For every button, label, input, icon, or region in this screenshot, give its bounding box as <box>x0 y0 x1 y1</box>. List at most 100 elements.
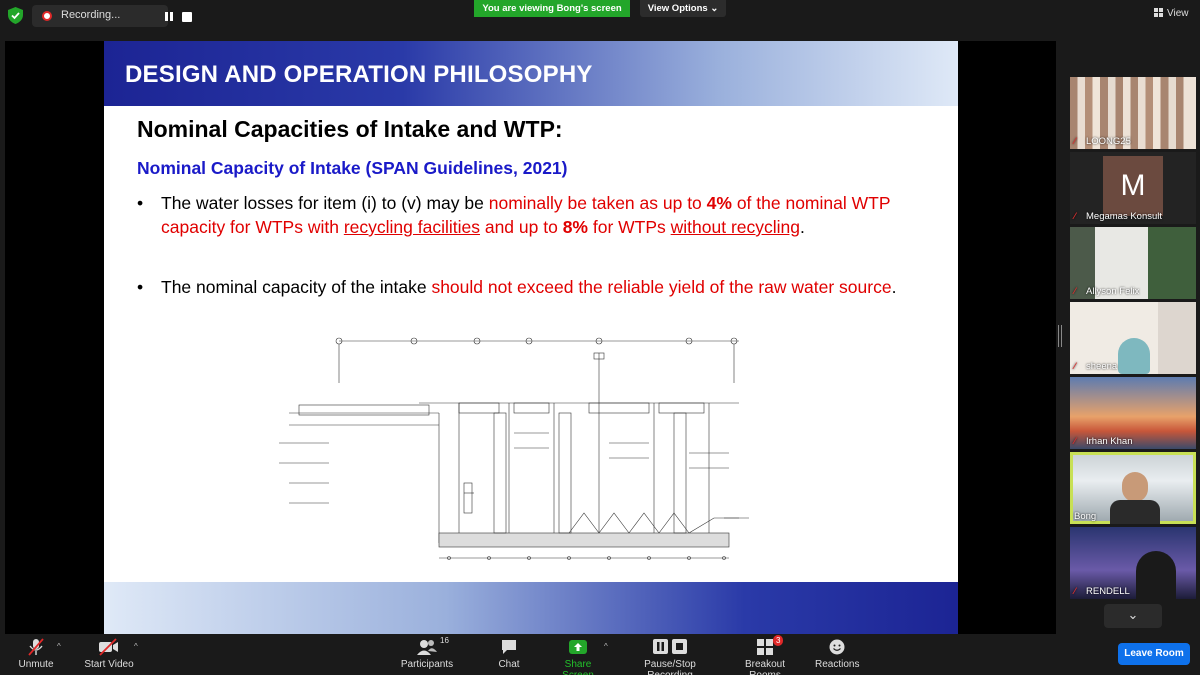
gallery-resize-handle[interactable] <box>1058 325 1062 347</box>
share-screen-arrow-icon <box>569 640 587 654</box>
participant-name-text: LOONG25 <box>1086 136 1131 147</box>
bullet-intake-capacity: • The nominal capacity of the intake sho… <box>137 275 927 327</box>
pause-stop-recording-button[interactable]: Pause/Stop Recording <box>622 638 718 675</box>
bullet1-text-9: without recycling <box>670 217 801 237</box>
bullet1-text-10: . <box>800 217 805 237</box>
mic-muted-icon: ⁄ <box>1074 361 1076 371</box>
bullet-dot: • <box>137 277 144 297</box>
participant-name-text: Bong <box>1074 511 1097 522</box>
participants-label: Participants <box>400 659 454 670</box>
bullet1-text-6: and up to <box>479 217 563 237</box>
participant-tile[interactable]: ⁄ Irhan Khan <box>1070 377 1196 449</box>
top-bar: Recording... You are viewing Bong's scre… <box>0 0 1200 30</box>
participant-name-text: Irhan Khan <box>1086 436 1133 447</box>
participant-name: ⁄ LOONG25 <box>1074 136 1131 147</box>
participants-icon <box>417 640 437 655</box>
video-options-caret-icon[interactable]: ^ <box>134 642 138 651</box>
shield-icon[interactable] <box>8 7 23 24</box>
participant-name-text: Megamas Konsult <box>1086 211 1163 222</box>
avatar <box>1122 472 1148 502</box>
pause-stop-recording-icon <box>653 639 687 654</box>
meeting-toolbar: Unmute ^ Start Video ^ 16 Participants C… <box>0 634 1200 675</box>
reactions-label: Reactions <box>815 659 860 670</box>
bullet1-text-1: The water losses for item (i) to (v) may… <box>161 193 489 213</box>
recording-label: Recording... <box>61 9 121 21</box>
participant-name-text: sheena <box>1086 361 1118 372</box>
participant-name-text: Allyson Felix <box>1086 286 1140 297</box>
intake-section-drawing <box>279 337 749 560</box>
viewing-screen-banner: You are viewing Bong's screen <box>474 0 630 17</box>
bullet-water-losses: • The water losses for item (i) to (v) m… <box>137 191 927 267</box>
view-options-button[interactable]: View Options ⌄ <box>640 0 726 17</box>
view-button[interactable]: View <box>1154 8 1189 19</box>
mic-muted-icon: ⁄ <box>1074 286 1076 296</box>
chevron-down-icon: ⌄ <box>1127 607 1139 622</box>
bullet1-text-7: 8% <box>562 217 588 237</box>
start-video-label: Start Video <box>84 659 134 670</box>
bullet1-text-8: for WTPs <box>588 217 671 237</box>
video-camera-off-icon <box>99 638 118 656</box>
participant-name: ⁄ RENDELL <box>1074 586 1130 597</box>
avatar: M <box>1103 156 1163 216</box>
breakout-rooms-label: Breakout Rooms <box>744 659 786 675</box>
unmute-button[interactable]: Unmute <box>16 638 56 670</box>
pause-stop-recording-label: Pause/Stop Recording <box>644 659 696 675</box>
participant-tile[interactable]: ⁄ sheena <box>1070 302 1196 374</box>
participant-tile[interactable]: ⁄ Allyson Felix <box>1070 227 1196 299</box>
participant-name: ⁄ Irhan Khan <box>1074 436 1132 447</box>
mic-muted-icon: ⁄ <box>1074 586 1076 596</box>
bullet-text: The nominal capacity of the intake shoul… <box>161 275 921 299</box>
bullet1-text-5: recycling facilities <box>343 217 480 237</box>
bullet-text: The water losses for item (i) to (v) may… <box>161 191 921 239</box>
chat-button[interactable]: Chat <box>494 638 524 670</box>
shared-screen: DESIGN AND OPERATION PHILOSOPHY Nominal … <box>5 41 1056 634</box>
participants-count: 16 <box>440 636 449 645</box>
chat-label: Chat <box>498 659 520 670</box>
participant-tile-active-speaker[interactable]: Bong <box>1070 452 1196 524</box>
microphone-muted-icon <box>28 638 44 656</box>
avatar <box>1110 500 1160 524</box>
participant-name: Bong <box>1074 511 1096 522</box>
mic-muted-icon: ⁄ <box>1074 211 1076 221</box>
participants-button[interactable]: 16 Participants <box>399 636 455 670</box>
share-screen-button[interactable]: Share Screen <box>548 638 608 675</box>
participant-tile[interactable]: ⁄ RENDELL <box>1070 527 1196 599</box>
bullet2-text-2: should not exceed the reliable yield of … <box>431 277 892 297</box>
mic-muted-icon: ⁄ <box>1074 436 1076 446</box>
bullet2-text-1: The nominal capacity of the intake <box>161 277 432 297</box>
bullet1-text-3: 4% <box>706 193 732 213</box>
bullet1-text-2: nominally be taken as up to <box>488 193 707 213</box>
pause-recording-icon[interactable] <box>160 9 178 25</box>
start-video-button[interactable]: Start Video <box>84 638 134 670</box>
gallery-scroll-down-button[interactable]: ⌄ <box>1104 604 1162 628</box>
mic-muted-icon: ⁄ <box>1074 136 1076 146</box>
reactions-button[interactable]: Reactions <box>815 638 859 670</box>
breakout-rooms-button[interactable]: 3 Breakout Rooms <box>729 635 801 675</box>
avatar <box>1136 551 1176 599</box>
unmute-label: Unmute <box>18 659 54 670</box>
participant-name: ⁄ Allyson Felix <box>1074 286 1139 297</box>
grid-view-icon <box>1154 8 1163 17</box>
view-label: View <box>1167 8 1189 19</box>
slide-footer-band <box>104 582 958 634</box>
share-options-caret-icon[interactable]: ^ <box>604 642 608 651</box>
slide-heading: Nominal Capacities of Intake and WTP: <box>137 116 563 142</box>
slide-subheading: Nominal Capacity of Intake (SPAN Guideli… <box>137 158 568 178</box>
avatar <box>1118 338 1150 374</box>
participant-tile[interactable]: M ⁄ Megamas Konsult <box>1070 152 1196 224</box>
chat-bubble-icon <box>502 640 516 654</box>
audio-options-caret-icon[interactable]: ^ <box>57 642 61 651</box>
bullet2-text-3: . <box>891 277 897 297</box>
zoom-meeting-window: Recording... You are viewing Bong's scre… <box>0 0 1200 675</box>
participant-name: ⁄ sheena <box>1074 361 1117 372</box>
recording-indicator: Recording... <box>32 5 192 27</box>
participant-name-text: RENDELL <box>1086 586 1130 597</box>
share-screen-label: Share Screen <box>562 659 594 675</box>
participant-tile[interactable]: ⁄ LOONG25 <box>1070 77 1196 149</box>
leave-room-button[interactable]: Leave Room <box>1118 643 1190 665</box>
smiley-reaction-icon <box>829 639 845 655</box>
stop-recording-icon[interactable] <box>182 12 192 22</box>
bullet-dot: • <box>137 193 144 213</box>
slide-title: DESIGN AND OPERATION PHILOSOPHY <box>125 61 593 88</box>
presentation-slide: DESIGN AND OPERATION PHILOSOPHY Nominal … <box>104 41 958 634</box>
